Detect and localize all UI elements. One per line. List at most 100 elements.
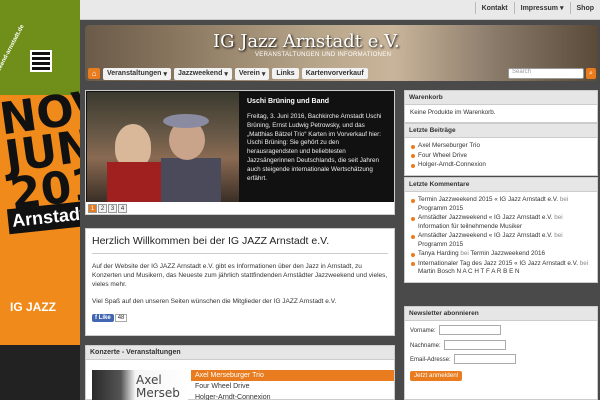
comment-author-link[interactable]: Tanya Harding: [418, 250, 459, 257]
slider-pager-bar: 1 2 3 4: [86, 202, 394, 214]
recent-comments-list: Termin Jazzweekend 2015 « IG Jazz Arnsta…: [410, 196, 592, 277]
nav-item-jazzweekend[interactable]: Jazzweekend ▾: [173, 67, 232, 80]
comment-bei: bei: [460, 250, 469, 257]
comment-bei: bei: [554, 232, 563, 239]
nav-item-kartenvorverkauf[interactable]: Kartenvorverkauf: [301, 68, 368, 79]
widget-title: Newsletter abonnieren: [405, 307, 597, 321]
konzerte-item[interactable]: Four Wheel Drive: [191, 381, 394, 392]
divider: [92, 253, 388, 254]
slide-text: Freitag, 3. Juni 2016, Bachkirche Arnsta…: [247, 113, 382, 182]
welcome-heading: Herzlich Willkommen bei der IG JAZZ Arns…: [92, 235, 330, 247]
comment-post-link[interactable]: Termin Jazzweekend 2016: [470, 250, 545, 257]
nav-label: Veranstaltungen: [107, 70, 162, 77]
comment-item: Arnstädter Jazzweekend « IG Jazz Arnstad…: [410, 232, 592, 249]
recent-post-link[interactable]: Axel Merseburger Trio: [410, 142, 592, 151]
konzerte-thumbnail[interactable]: Axel Merseb: [92, 370, 188, 400]
toplink-kontakt[interactable]: Kontakt: [474, 2, 514, 14]
like-label: Like: [98, 315, 111, 321]
chevron-down-icon: ▾: [261, 70, 266, 78]
recent-post-link[interactable]: Four Wheel Drive: [410, 152, 592, 161]
widget-body: Axel Merseburger Trio Four Wheel Drive H…: [405, 138, 597, 175]
pager-button[interactable]: 3: [108, 204, 117, 213]
comment-post-link[interactable]: Martin Bosch N A C H T F A R B E N: [418, 268, 520, 275]
welcome-box: Herzlich Willkommen bei der IG JAZZ Arns…: [85, 228, 395, 336]
nav-label: Kartenvorverkauf: [305, 70, 364, 77]
slide-image[interactable]: [87, 92, 239, 202]
nav-item-veranstaltungen[interactable]: Veranstaltungen ▾: [103, 67, 171, 80]
widget-title: Warenkorb: [405, 91, 597, 105]
recent-posts-list: Axel Merseburger Trio Four Wheel Drive H…: [410, 142, 592, 170]
nav-item-links[interactable]: Links: [272, 68, 299, 79]
recent-posts-widget: Letzte Beiträge Axel Merseburger Trio Fo…: [404, 123, 598, 176]
comment-bei: bei: [579, 259, 589, 267]
konzerte-heading: Konzerte - Veranstaltungen: [86, 346, 394, 360]
poster-black-area: [0, 345, 80, 400]
qr-code-icon: [30, 50, 52, 72]
facebook-icon: f: [95, 315, 97, 321]
nav-label: Jazzweekend: [177, 70, 223, 77]
home-icon[interactable]: ⌂: [88, 68, 100, 79]
poster-brand: IG JAZZ: [10, 300, 57, 314]
welcome-paragraph: Auf der Website der IG JAZZ Arnstadt e.V…: [92, 263, 388, 288]
comment-author-link[interactable]: Termin Jazzweekend 2015 « IG Jazz Arnsta…: [418, 196, 558, 203]
newsletter-widget: Newsletter abonnieren Vorname: Nachname:…: [404, 306, 598, 400]
recent-comments-widget: Letzte Kommentare Termin Jazzweekend 201…: [404, 177, 598, 283]
chevron-down-icon: ▾: [559, 5, 564, 12]
comment-author-link[interactable]: Internationaler Tag des Jazz 2015 « IG J…: [418, 260, 578, 267]
widget-body: Termin Jazzweekend 2015 « IG Jazz Arnsta…: [405, 192, 597, 282]
pager-button[interactable]: 4: [118, 204, 127, 213]
toplink-shop[interactable]: Shop: [569, 2, 600, 14]
site-header: IG Jazz Arnstadt e.V. VERANSTALTUNGEN UN…: [85, 25, 598, 81]
hat-shape: [163, 114, 209, 128]
like-button[interactable]: f Like: [92, 314, 114, 322]
search-icon[interactable]: ⌕: [586, 68, 596, 79]
form-row: Email-Adresse:: [410, 354, 592, 365]
toplink-impressum[interactable]: Impressum ▾: [513, 2, 570, 14]
comment-item: Termin Jazzweekend 2015 « IG Jazz Arnsta…: [410, 196, 592, 213]
site-subtitle: VERANSTALTUNGEN UND INFORMATIONEN: [255, 52, 392, 58]
slide-title[interactable]: Uschi Brüning und Band: [247, 98, 390, 105]
slider-pager: 1 2 3 4: [88, 204, 127, 213]
site-title[interactable]: IG Jazz Arnstadt e.V.: [213, 31, 400, 52]
vorname-field[interactable]: [438, 325, 501, 336]
like-count: 48: [114, 314, 128, 322]
nachname-field[interactable]: [443, 339, 506, 350]
konzerte-item[interactable]: Holger-Arndt-Connexion: [191, 392, 394, 400]
comment-author-link[interactable]: Arnstädter Jazzweekend « IG Jazz Arnstad…: [418, 214, 553, 221]
thumbnail-text: Axel Merseb: [136, 373, 180, 400]
chevron-down-icon: ▾: [224, 70, 228, 78]
pager-button[interactable]: 2: [98, 204, 107, 213]
konzerte-item[interactable]: Axel Merseburger Trio: [191, 370, 394, 381]
newsletter-form: Vorname: Nachname: Email-Adresse: Jetzt …: [405, 321, 597, 385]
poster-banner[interactable]: www.jazzweekend-arnstadt.de NOV JUN 2016…: [0, 0, 80, 400]
person-shape: [107, 162, 161, 202]
nav-item-verein[interactable]: Verein ▾: [234, 67, 270, 80]
comment-post-link[interactable]: Programm 2015: [418, 241, 463, 248]
featured-slider[interactable]: Uschi Brüning und Band Freitag, 3. Juni …: [85, 90, 395, 215]
comment-post-link[interactable]: Programm 2015: [418, 205, 463, 212]
subscribe-button[interactable]: Jetzt anmelden!: [410, 370, 463, 381]
comment-item: Internationaler Tag des Jazz 2015 « IG J…: [410, 260, 592, 277]
top-bar: Kontakt Impressum ▾ Shop: [80, 0, 600, 20]
form-row: Vorname:: [410, 325, 592, 336]
nav-label: Links: [276, 70, 295, 77]
recent-post-link[interactable]: Holger-Arndt-Connexion: [410, 161, 592, 170]
main-nav: ⌂ Veranstaltungen ▾ Jazzweekend ▾ Verein ▾ …: [85, 66, 598, 81]
email-label: Email-Adresse:: [410, 357, 451, 363]
comment-bei: bei: [559, 196, 569, 203]
widget-body: Keine Produkte im Warenkorb.: [410, 109, 496, 116]
comment-post-link[interactable]: Information für teilnehmende Musiker: [418, 223, 522, 230]
comment-author-link[interactable]: Arnstädter Jazzweekend « IG Jazz Arnstad…: [418, 232, 553, 239]
email-field[interactable]: [453, 354, 516, 365]
toplink-impressum-label: Impressum: [520, 4, 558, 12]
pager-button[interactable]: 1: [88, 204, 97, 213]
widget-title: Letzte Beiträge: [405, 124, 597, 138]
search-input[interactable]: Search: [508, 68, 584, 79]
comment-bei: bei: [554, 214, 563, 221]
welcome-paragraph: Viel Spaß auf den unseren Seiten wünsche…: [92, 298, 337, 305]
comment-item: Tanya Harding bei Termin Jazzweekend 201…: [410, 250, 592, 259]
konzerte-list: Axel Merseburger Trio Four Wheel Drive H…: [191, 370, 394, 400]
nav-label: Verein: [238, 70, 260, 77]
chevron-down-icon: ▾: [163, 70, 167, 78]
konzerte-box: Konzerte - Veranstaltungen Axel Merseb A…: [85, 345, 395, 400]
